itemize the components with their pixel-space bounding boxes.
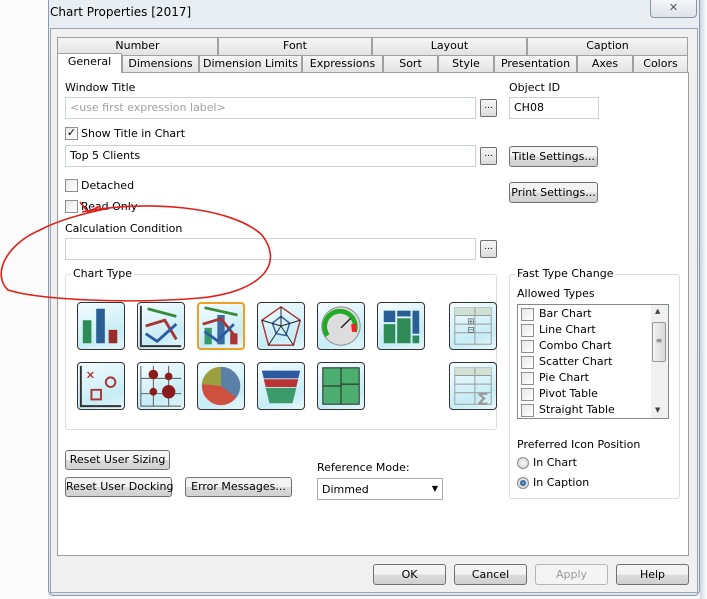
radar-chart-icon[interactable] — [257, 302, 305, 350]
cancel-button[interactable]: Cancel — [454, 564, 527, 585]
list-item-label: Straight Table — [539, 403, 615, 416]
list-item-label: Pie Chart — [539, 371, 589, 384]
apply-button[interactable]: Apply — [535, 564, 608, 585]
background-window — [0, 0, 48, 599]
background-window — [700, 0, 707, 599]
in-chart-radio[interactable] — [517, 457, 529, 469]
close-icon: ✕ — [668, 1, 679, 14]
list-item-label: Line Chart — [539, 323, 596, 336]
funnel-chart-icon[interactable] — [257, 362, 305, 410]
fast-type-change-label: Fast Type Change — [515, 267, 616, 280]
read-only-checkbox[interactable] — [65, 200, 78, 213]
help-button[interactable]: Help — [616, 564, 689, 585]
checkbox[interactable] — [521, 356, 534, 369]
show-title-checkbox[interactable]: ✓ — [65, 127, 78, 140]
print-settings-button[interactable]: Print Settings... — [509, 182, 598, 203]
chart-type-label: Chart Type — [71, 267, 134, 280]
title-settings-button[interactable]: Title Settings... — [509, 146, 598, 167]
read-only-label: Read Only — [81, 200, 138, 213]
checkbox[interactable] — [521, 340, 534, 353]
checkbox[interactable] — [521, 388, 534, 401]
reset-user-docking-button[interactable]: Reset User Docking — [65, 477, 173, 497]
window-title-input[interactable]: <use first expression label> — [65, 97, 476, 119]
allowed-types-label: Allowed Types — [517, 287, 595, 300]
close-button[interactable]: ✕ — [650, 0, 697, 18]
checkbox[interactable] — [521, 404, 534, 417]
reference-mode-label: Reference Mode: — [317, 461, 410, 474]
tab-font[interactable]: Font — [218, 37, 372, 55]
checkbox[interactable] — [521, 324, 534, 337]
tab-dimensions[interactable]: Dimensions — [122, 55, 199, 73]
preferred-icon-position-label: Preferred Icon Position — [517, 438, 641, 451]
allowed-types-list[interactable]: Bar Chart Line Chart Combo Chart Scatter… — [517, 304, 669, 419]
in-chart-label: In Chart — [533, 456, 577, 469]
object-id-label: Object ID — [509, 81, 561, 94]
tab-style[interactable]: Style — [438, 55, 494, 73]
list-item-label: Scatter Chart — [539, 355, 613, 368]
chevron-down-icon: ▼ — [431, 484, 438, 493]
error-messages-button[interactable]: Error Messages... — [185, 477, 292, 497]
detached-label: Detached — [81, 179, 135, 192]
straight-table-icon[interactable]: Σ — [449, 362, 497, 410]
svg-text:Σ: Σ — [477, 390, 489, 409]
bar-chart-icon[interactable] — [77, 302, 125, 350]
show-title-label: Show Title in Chart — [81, 127, 186, 140]
in-caption-label: In Caption — [533, 476, 590, 489]
detached-checkbox[interactable] — [65, 179, 78, 192]
gauge-chart-icon[interactable] — [317, 302, 365, 350]
reference-mode-select[interactable]: Dimmed ▼ — [317, 478, 443, 500]
combo-chart-icon[interactable] — [197, 302, 245, 350]
list-item-label: Pivot Table — [539, 387, 598, 400]
calculation-condition-ellipsis-button[interactable]: ... — [480, 240, 497, 258]
pivot-table-icon[interactable]: ⊞ ⊟ — [449, 302, 497, 350]
checkbox[interactable] — [521, 308, 534, 321]
tab-axes[interactable]: Axes — [577, 55, 633, 73]
list-item-label: Bar Chart — [539, 307, 592, 320]
list-scrollbar[interactable]: ▲ ≡ ▼ — [651, 305, 668, 418]
list-item-label: Combo Chart — [539, 339, 612, 352]
tab-layout[interactable]: Layout — [372, 37, 527, 55]
chart-title-ellipsis-button[interactable]: ... — [480, 147, 497, 165]
scroll-up-arrow-icon[interactable]: ▲ — [655, 307, 660, 315]
in-caption-radio[interactable] — [517, 477, 529, 489]
pie-chart-icon[interactable] — [197, 362, 245, 410]
line-chart-icon[interactable] — [137, 302, 185, 350]
svg-text:×: × — [86, 367, 96, 381]
window-title-ellipsis-button[interactable]: ... — [480, 99, 497, 117]
scroll-thumb[interactable]: ≡ — [652, 322, 666, 362]
window-title-label: Window Title — [65, 81, 136, 94]
grid-chart-icon[interactable] — [137, 362, 185, 410]
block-chart-icon[interactable] — [317, 362, 365, 410]
chart-title-input[interactable]: Top 5 Clients — [65, 145, 476, 167]
tab-sort[interactable]: Sort — [383, 55, 438, 73]
tab-expressions[interactable]: Expressions — [302, 55, 383, 73]
scroll-down-arrow-icon[interactable]: ▼ — [655, 406, 660, 414]
reset-user-sizing-button[interactable]: Reset User Sizing — [65, 450, 170, 470]
window-title: Chart Properties [2017] — [50, 5, 192, 19]
tab-presentation[interactable]: Presentation — [494, 55, 577, 73]
tab-general[interactable]: General — [57, 53, 122, 73]
mekko-chart-icon[interactable] — [377, 302, 425, 350]
calculation-condition-label: Calculation Condition — [65, 222, 183, 235]
tab-caption[interactable]: Caption — [527, 37, 688, 55]
checkbox[interactable] — [521, 372, 534, 385]
object-id-input[interactable]: CH08 — [509, 97, 599, 119]
ok-button[interactable]: OK — [373, 564, 446, 585]
tab-colors[interactable]: Colors — [633, 55, 688, 73]
calculation-condition-input[interactable] — [65, 238, 476, 260]
svg-text:⊟: ⊟ — [467, 326, 474, 336]
reference-mode-value: Dimmed — [322, 483, 369, 496]
tab-dimension-limits[interactable]: Dimension Limits — [199, 55, 302, 73]
scatter-chart-icon[interactable]: × — [77, 362, 125, 410]
